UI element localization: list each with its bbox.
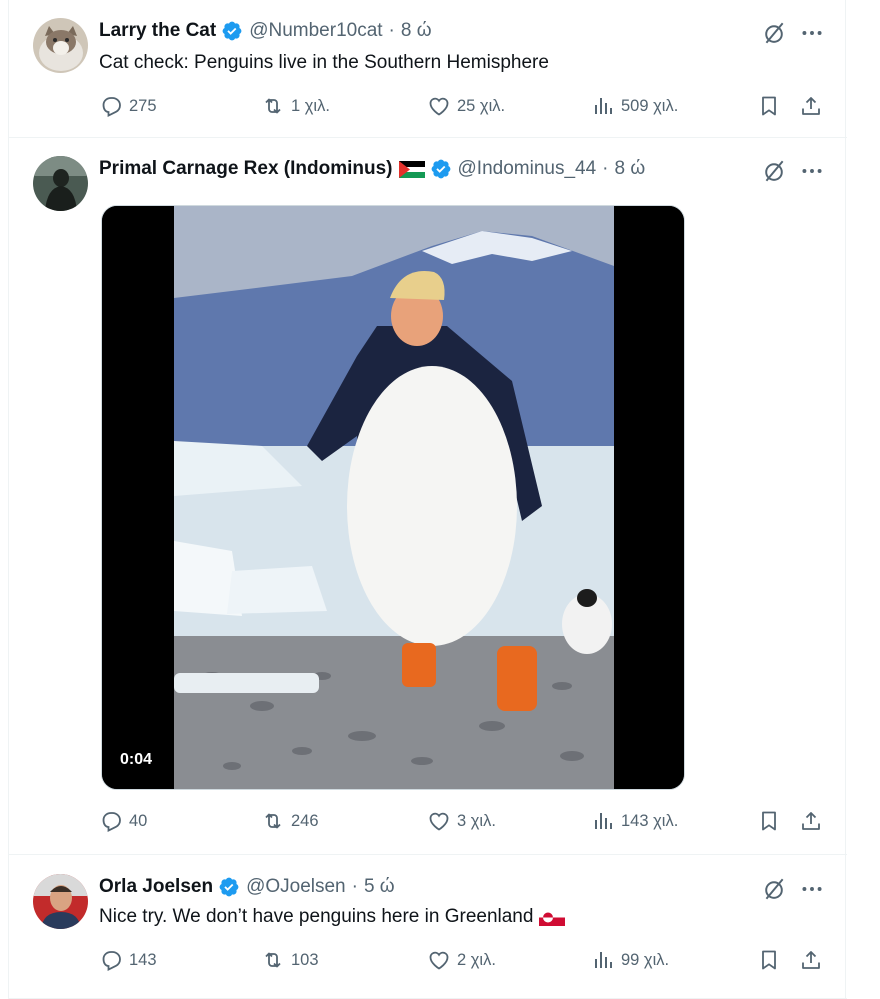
retweet-icon [261, 809, 285, 833]
retweet-icon [261, 948, 285, 972]
view-count: 143 χιλ. [621, 811, 679, 830]
retweet-count: 1 χιλ. [291, 96, 330, 115]
reply-count: 40 [129, 811, 148, 830]
reply-button[interactable]: 143 [99, 948, 157, 972]
heart-icon [427, 94, 451, 118]
reply-button[interactable]: 40 [99, 809, 147, 833]
author-handle[interactable]: @OJoelsen [246, 876, 346, 898]
share-button[interactable] [799, 948, 829, 972]
like-button[interactable]: 3 χιλ. [427, 809, 496, 833]
video-frame [102, 206, 684, 789]
tweet-text: Cat check: Penguins live in the Southern… [99, 52, 549, 73]
bookmark-button[interactable] [757, 94, 787, 118]
view-count: 99 χιλ. [621, 950, 670, 969]
tweet-actions: 275 1 χιλ. 25 χιλ. 509 χιλ. [99, 94, 839, 124]
verified-badge-icon [218, 876, 240, 898]
heart-icon [427, 948, 451, 972]
views-button[interactable]: 143 χιλ. [591, 809, 678, 833]
author-name[interactable]: Larry the Cat [99, 20, 216, 42]
author-name[interactable]: Primal Carnage Rex (Indominus) [99, 158, 393, 180]
tweet-actions: 143 103 2 χιλ. 99 χιλ. [99, 948, 839, 978]
tweet-actions: 40 246 3 χιλ. 143 χιλ. [99, 809, 839, 839]
reply-count: 275 [129, 96, 157, 115]
greenland-flag-icon [539, 908, 566, 926]
avatar-larry-the-cat[interactable] [33, 18, 88, 73]
more-icon[interactable] [799, 20, 825, 46]
share-button[interactable] [799, 809, 829, 833]
palestine-flag-icon [398, 160, 425, 178]
separator-dot: · [351, 876, 358, 897]
views-icon [591, 809, 615, 833]
author-name[interactable]: Orla Joelsen [99, 876, 213, 898]
tweet-time[interactable]: 8 ώ [615, 158, 646, 180]
verified-badge-icon [221, 20, 243, 42]
retweet-count: 246 [291, 811, 319, 830]
grok-icon[interactable] [761, 158, 787, 184]
more-icon[interactable] [799, 876, 825, 902]
author-handle[interactable]: @Indominus_44 [458, 158, 597, 180]
reply-icon [99, 94, 123, 118]
avatar-primal-carnage-rex[interactable] [33, 156, 88, 211]
timeline-feed: Larry the Cat @Number10cat · 8 ώ Cat che… [8, 0, 847, 999]
author-handle[interactable]: @Number10cat [249, 20, 382, 42]
tweet-header: Primal Carnage Rex (Indominus) @Indominu… [99, 158, 645, 180]
tweet-time[interactable]: 8 ώ [401, 20, 432, 42]
retweet-button[interactable]: 103 [261, 948, 319, 972]
share-icon [799, 94, 823, 118]
tweet-header: Larry the Cat @Number10cat · 8 ώ [99, 20, 432, 42]
views-icon [591, 94, 615, 118]
reply-icon [99, 809, 123, 833]
video-duration: 0:04 [112, 747, 161, 773]
bookmark-icon [757, 809, 781, 833]
reply-button[interactable]: 275 [99, 94, 157, 118]
separator-dot: · [602, 158, 609, 179]
views-icon [591, 948, 615, 972]
reply-count: 143 [129, 950, 157, 969]
views-button[interactable]: 99 χιλ. [591, 948, 669, 972]
bookmark-button[interactable] [757, 948, 787, 972]
like-count: 2 χιλ. [457, 950, 496, 969]
retweet-button[interactable]: 246 [261, 809, 319, 833]
tweet-larry-the-cat[interactable]: Larry the Cat @Number10cat · 8 ώ Cat che… [9, 0, 847, 138]
share-icon [799, 809, 823, 833]
bookmark-button[interactable] [757, 809, 787, 833]
like-button[interactable]: 2 χιλ. [427, 948, 496, 972]
verified-badge-icon [430, 158, 452, 180]
view-count: 509 χιλ. [621, 96, 679, 115]
reply-icon [99, 948, 123, 972]
avatar-orla-joelsen[interactable] [33, 874, 88, 929]
more-icon[interactable] [799, 158, 825, 184]
share-button[interactable] [799, 94, 829, 118]
tweet-time[interactable]: 5 ώ [364, 876, 395, 898]
tweet-primal-carnage-rex[interactable]: Primal Carnage Rex (Indominus) @Indominu… [9, 139, 847, 855]
retweet-count: 103 [291, 950, 319, 969]
heart-icon [427, 809, 451, 833]
bookmark-icon [757, 94, 781, 118]
video-player[interactable]: 0:04 [101, 205, 685, 790]
separator-dot: · [388, 20, 395, 41]
like-count: 25 χιλ. [457, 96, 506, 115]
like-button[interactable]: 25 χιλ. [427, 94, 505, 118]
grok-icon[interactable] [761, 20, 787, 46]
tweet-header: Orla Joelsen @OJoelsen · 5 ώ [99, 876, 395, 898]
views-button[interactable]: 509 χιλ. [591, 94, 678, 118]
grok-icon[interactable] [761, 876, 787, 902]
tweet-text-row: Nice try. We don’t have penguins here in… [99, 906, 566, 928]
bookmark-icon [757, 948, 781, 972]
tweet-text: Nice try. We don’t have penguins here in… [99, 906, 534, 927]
tweet-orla-joelsen[interactable]: Orla Joelsen @OJoelsen · 5 ώ Nice try. W… [9, 856, 847, 999]
like-count: 3 χιλ. [457, 811, 496, 830]
share-icon [799, 948, 823, 972]
retweet-button[interactable]: 1 χιλ. [261, 94, 330, 118]
retweet-icon [261, 94, 285, 118]
